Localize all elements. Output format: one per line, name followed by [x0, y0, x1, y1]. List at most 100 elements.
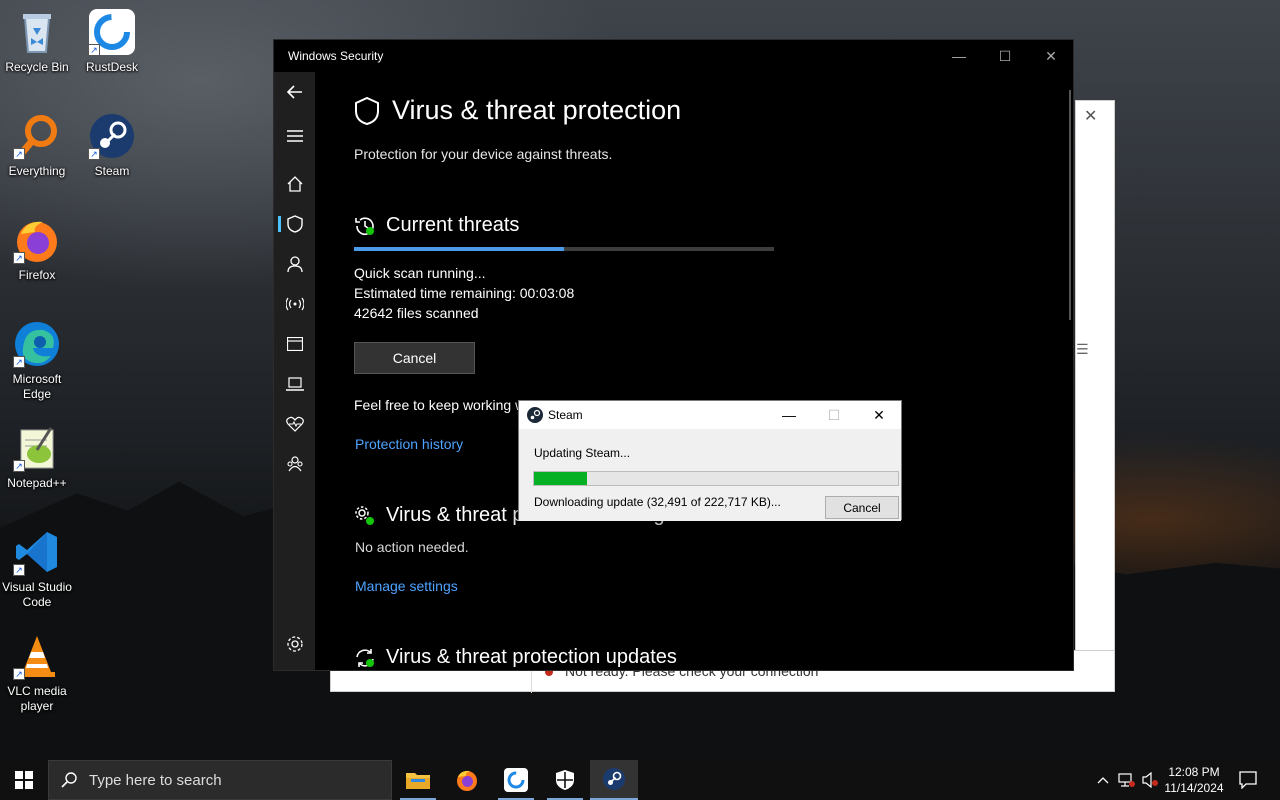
settings-status: No action needed.: [355, 539, 469, 555]
cancel-button[interactable]: Cancel: [825, 496, 899, 519]
close-icon[interactable]: ✕: [1084, 106, 1097, 126]
firefox-icon: [457, 770, 477, 791]
desktop-icon-label: Recycle Bin: [5, 60, 69, 74]
desktop-icon-notepadpp[interactable]: ↗ Notepad++: [0, 424, 74, 491]
maximize-button[interactable]: ☐: [819, 404, 849, 426]
taskbar-firefox[interactable]: [443, 760, 491, 800]
desktop-icon-vscode[interactable]: ↗ Visual Studio Code: [0, 528, 74, 610]
network-icon: [285, 297, 304, 311]
history-icon: [355, 216, 374, 235]
page-title: Virus & threat protection: [354, 95, 681, 126]
main-content: Virus & threat protection Protection for…: [354, 40, 1054, 670]
desktop-icon-everything[interactable]: ↗ Everything: [0, 112, 74, 179]
updating-text: Updating Steam...: [534, 446, 631, 460]
system-clock[interactable]: 12:08 PM 11/14/2024: [1157, 764, 1231, 796]
nav-account-protection[interactable]: [274, 246, 315, 282]
desktop-icon-recycle-bin[interactable]: Recycle Bin: [0, 8, 74, 75]
menu-icon: [286, 130, 303, 142]
shortcut-arrow-icon: ↗: [13, 148, 25, 160]
show-hidden-icons-button[interactable]: [1092, 760, 1114, 800]
nav-virus-protection[interactable]: [274, 206, 315, 242]
settings-icon: [286, 636, 303, 652]
title-bar[interactable]: Steam — ☐ ✕: [519, 401, 901, 429]
steam-update-dialog: Steam — ☐ ✕ Updating Steam... Downloadin…: [518, 400, 902, 521]
nav-firewall[interactable]: [274, 286, 315, 322]
vscode-icon: ↗: [13, 528, 61, 576]
updates-heading: Virus & threat protection updates: [354, 646, 677, 669]
shortcut-arrow-icon: ↗: [13, 460, 25, 472]
refresh-check-icon: [356, 648, 374, 667]
updates-heading-text: Virus & threat protection updates: [386, 646, 677, 668]
shield-icon: [355, 96, 379, 125]
search-input[interactable]: [89, 771, 369, 789]
time-remaining: Estimated time remaining: 00:03:08: [354, 285, 574, 301]
network-disconnected-icon: [1118, 773, 1135, 787]
rustdesk-icon: ↗: [88, 8, 136, 56]
taskbar-windows-security[interactable]: [541, 760, 589, 800]
page-subtitle: Protection for your device against threa…: [354, 146, 613, 162]
scrollbar[interactable]: [1069, 90, 1071, 320]
chevron-up-icon: [1097, 777, 1109, 784]
download-status: Downloading update (32,491 of 222,717 KB…: [534, 495, 781, 509]
nav-settings[interactable]: [274, 626, 315, 662]
back-icon: [286, 85, 302, 99]
taskbar-steam[interactable]: [590, 760, 638, 800]
cancel-scan-button[interactable]: Cancel: [354, 342, 475, 374]
desktop-icon-label: VLC media player: [7, 684, 67, 713]
shortcut-arrow-icon: ↗: [88, 148, 100, 160]
notepad-plus-plus-icon: ↗: [13, 424, 61, 472]
desktop-icon-label: Microsoft Edge: [12, 372, 62, 401]
everything-icon: ↗: [13, 112, 61, 160]
dialog-title: Steam: [548, 408, 583, 422]
search-icon: [61, 772, 77, 788]
menu-icon[interactable]: ☰: [1076, 341, 1089, 358]
nav-home[interactable]: [274, 166, 315, 202]
gear-check-icon: [355, 505, 374, 525]
nav-device-security[interactable]: [274, 366, 315, 402]
desktop-icon-steam[interactable]: ↗ Steam: [75, 112, 149, 179]
health-icon: [285, 416, 304, 432]
time-remaining-value: 00:03:08: [519, 285, 575, 301]
home-icon: [287, 176, 302, 192]
download-progress-bar: [533, 471, 899, 486]
protection-history-link[interactable]: Protection history: [355, 436, 463, 452]
taskbar-rustdesk[interactable]: [492, 760, 540, 800]
steam-icon: ↗: [88, 112, 136, 160]
steam-icon: [527, 407, 543, 423]
nav-family-options[interactable]: [274, 446, 315, 482]
shortcut-arrow-icon: ↗: [13, 564, 25, 576]
clock-date: 11/14/2024: [1164, 781, 1224, 795]
menu-button[interactable]: [274, 118, 315, 154]
file-explorer-icon: [406, 773, 430, 789]
nav-device-health[interactable]: [274, 406, 315, 442]
desktop-icon-vlc[interactable]: ↗ VLC media player: [0, 632, 74, 714]
download-progress-fill: [534, 472, 588, 485]
desktop-icon-rustdesk[interactable]: ↗ RustDesk: [75, 8, 149, 75]
notifications-button[interactable]: [1234, 760, 1262, 800]
background-window: ✕ ☰: [1075, 100, 1115, 692]
current-threats-heading: Current threats: [354, 214, 519, 237]
shortcut-arrow-icon: ↗: [13, 356, 25, 368]
desktop-icon-label: Everything: [8, 164, 66, 178]
family-icon: [286, 456, 303, 472]
rustdesk-icon: [504, 768, 528, 792]
clock-time: 12:08 PM: [1168, 765, 1220, 779]
shortcut-arrow-icon: ↗: [13, 252, 25, 264]
shield-icon: [286, 215, 303, 233]
manage-settings-link[interactable]: Manage settings: [355, 578, 458, 594]
close-button[interactable]: ✕: [864, 404, 894, 426]
windows-security-window: Windows Security — ☐ ✕ Virus & threat pr…: [273, 39, 1074, 671]
taskbar-file-explorer[interactable]: [394, 760, 442, 800]
minimize-button[interactable]: —: [774, 404, 804, 426]
firefox-icon: ↗: [13, 216, 61, 264]
current-threats-heading-text: Current threats: [386, 214, 520, 236]
edge-icon: ↗: [13, 320, 61, 368]
desktop-icon-firefox[interactable]: ↗ Firefox: [0, 216, 74, 283]
app-browser-icon: [286, 337, 303, 351]
back-button[interactable]: [274, 74, 315, 110]
start-button[interactable]: [0, 760, 48, 800]
nav-app-browser-control[interactable]: [274, 326, 315, 362]
network-tray-button[interactable]: [1116, 760, 1138, 800]
desktop-icon-edge[interactable]: ↗ Microsoft Edge: [0, 320, 74, 402]
search-box[interactable]: [48, 760, 392, 800]
